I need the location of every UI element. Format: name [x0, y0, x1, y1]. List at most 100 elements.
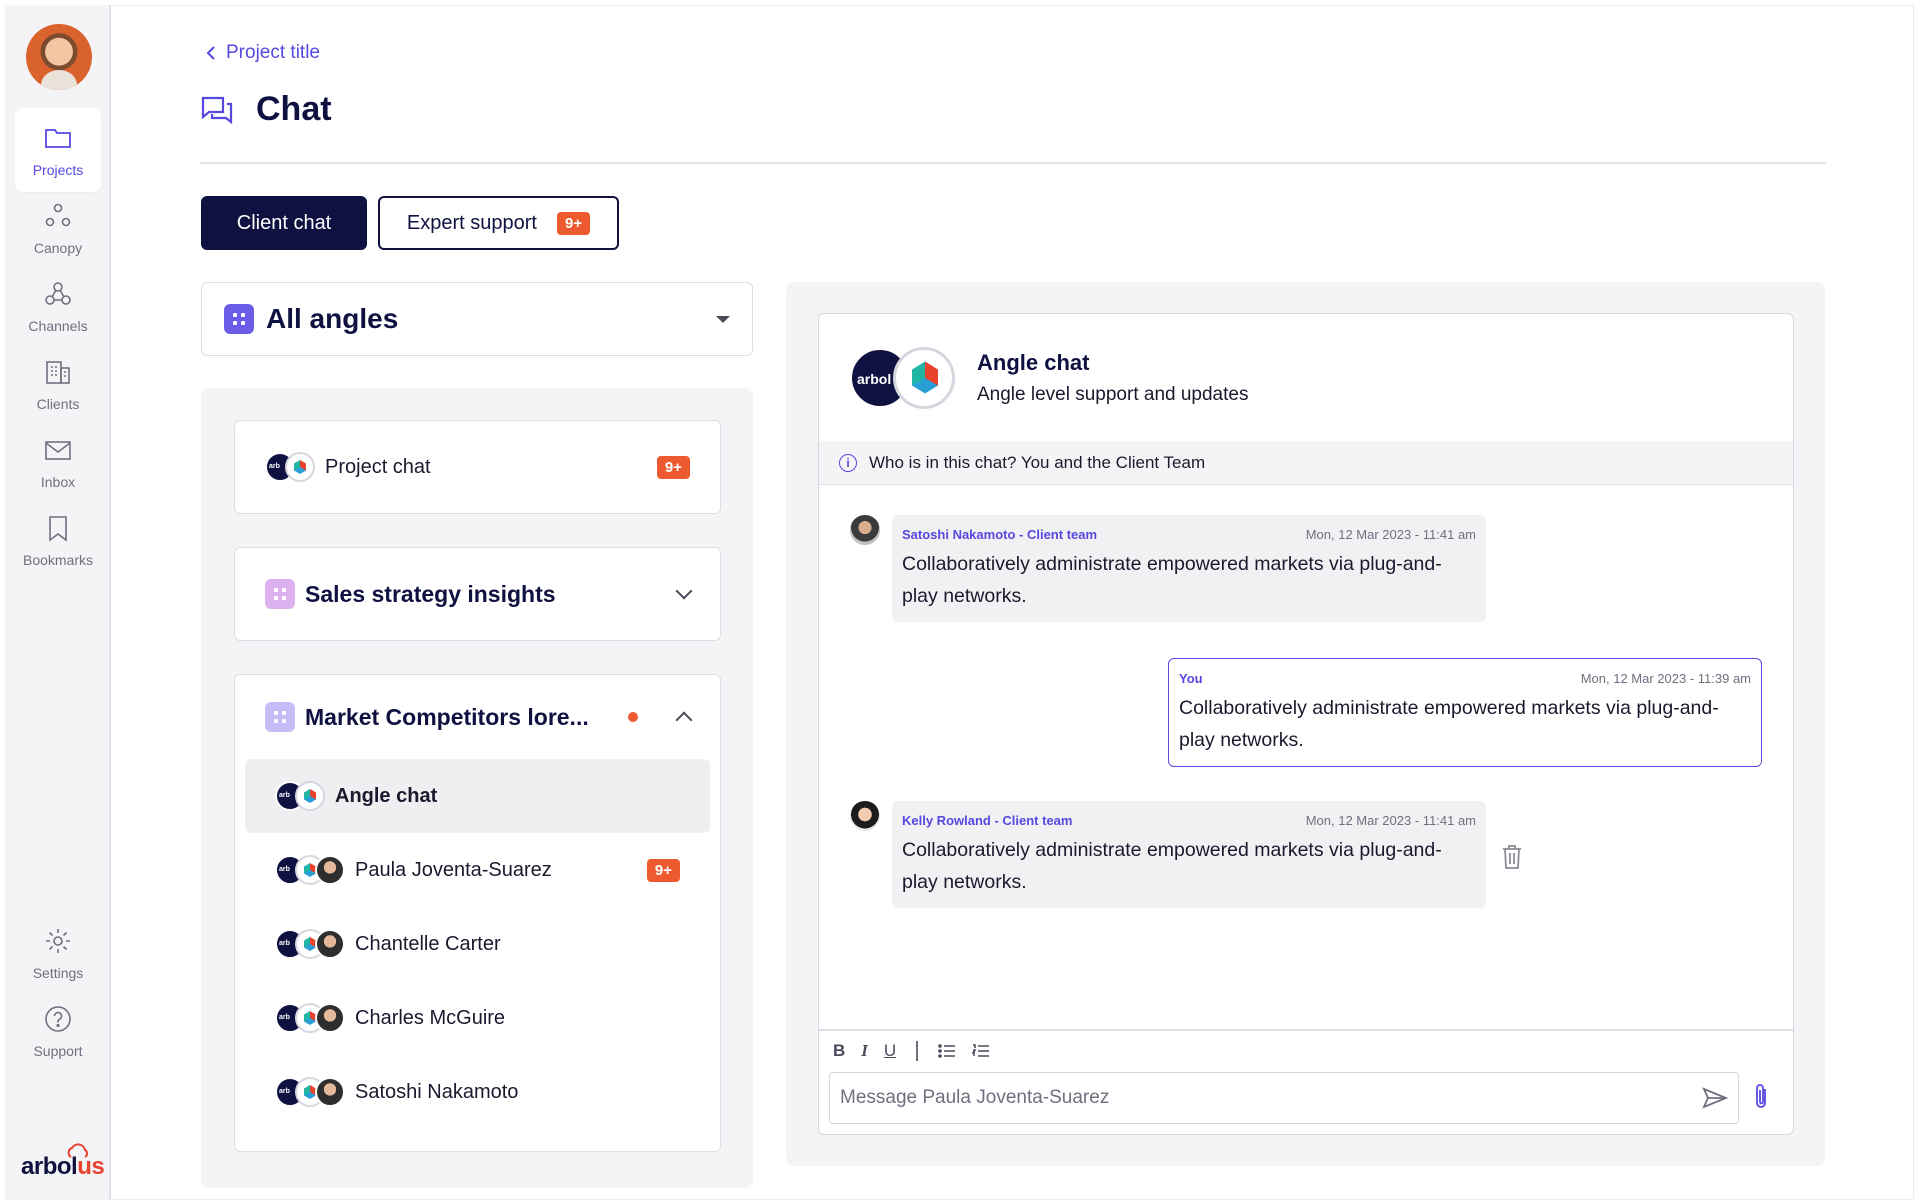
expert-avatar [315, 1003, 345, 1033]
sidebar-item-label: Inbox [40, 473, 76, 490]
sidebar-item-label: Settings [32, 964, 84, 981]
page-header: Chat [200, 90, 332, 129]
angle-group-header[interactable]: Market Competitors lore... [235, 675, 720, 759]
chat-title: Angle chat [977, 349, 1090, 375]
sender-avatar [849, 800, 881, 832]
angle-icon [265, 702, 295, 732]
client-logo-avatar [295, 1151, 325, 1152]
gear-icon [46, 928, 70, 953]
toolbar-separator [916, 1041, 918, 1061]
message-time: Mon, 12 Mar 2023 - 11:39 am [1580, 671, 1751, 686]
list-item-partial[interactable] [245, 1129, 710, 1152]
chat-members-text: Who is in this chat? You and the Client … [869, 452, 1206, 472]
italic-button[interactable]: I [861, 1041, 868, 1061]
underline-button[interactable]: U [884, 1041, 896, 1061]
angle-group-market: Market Competitors lore... Angle chat Pa… [234, 674, 721, 1152]
logo-text-prefix: arbol [21, 1153, 78, 1180]
back-link-label: Project title [226, 42, 320, 63]
expert-avatar [315, 929, 345, 959]
list-item-expert-chat[interactable]: Paula Joventa-Suarez 9+ [245, 833, 710, 907]
participants-avatars [275, 1077, 345, 1107]
tab-expert-support[interactable]: Expert support 9+ [378, 196, 619, 250]
chat-subtitle: Angle level support and updates [977, 383, 1249, 405]
help-icon [45, 1005, 71, 1032]
back-link[interactable]: Project title [206, 42, 320, 64]
message-incoming: Kelly Rowland - Client team Mon, 12 Mar 2… [892, 801, 1486, 908]
list-item-expert-chat[interactable]: Charles McGuire [245, 981, 710, 1055]
bullet-list-icon[interactable] [937, 1043, 956, 1059]
tab-client-chat-label: Client chat [236, 211, 332, 234]
list-item-angle-chat[interactable]: Angle chat [245, 759, 710, 833]
project-chat-label: Project chat [325, 455, 431, 478]
angle-icon [224, 304, 254, 334]
format-toolbar: B I U [833, 1041, 990, 1061]
expert-avatar [315, 1151, 345, 1152]
sidebar-item-label: Channels [28, 317, 88, 334]
chat-window: Angle chat Angle level support and updat… [818, 313, 1794, 1135]
message-sender: Kelly Rowland - Client team [902, 813, 1073, 828]
message-outgoing: You Mon, 12 Mar 2023 - 11:39 am Collabora… [1168, 658, 1762, 767]
tab-client-chat[interactable]: Client chat [201, 196, 367, 250]
participants-avatars [275, 929, 345, 959]
chevron-left-icon [206, 46, 215, 60]
angle-select[interactable]: All angles [201, 282, 753, 356]
list-item-label: Chantelle Carter [355, 932, 501, 955]
bold-button[interactable]: B [833, 1041, 845, 1061]
sidebar-item-label: Bookmarks [22, 551, 94, 568]
trash-icon[interactable] [1501, 844, 1523, 870]
angle-icon [265, 579, 295, 609]
sidebar-item-bookmarks[interactable]: Bookmarks [15, 498, 101, 582]
composer-divider [819, 1029, 1793, 1031]
message-input[interactable]: Message Paula Joventa-Suarez [829, 1072, 1739, 1124]
message-sender: Satoshi Nakamoto - Client team [902, 527, 1098, 542]
message-incoming: Satoshi Nakamoto - Client team Mon, 12 Ma… [892, 515, 1486, 622]
list-item-label: Angle chat [335, 784, 438, 807]
participants-avatars [275, 1151, 345, 1152]
sidebar-item-clients[interactable]: Clients [15, 342, 101, 426]
building-icon [46, 360, 70, 384]
message-time: Mon, 12 Mar 2023 - 11:41 am [1305, 813, 1476, 828]
sidebar-item-label: Clients [36, 395, 80, 412]
chat-participants-avatars [849, 346, 955, 409]
user-avatar[interactable] [26, 24, 92, 90]
numbered-list-icon[interactable] [971, 1043, 990, 1059]
angle-group-sales[interactable]: Sales strategy insights [234, 547, 721, 641]
chat-icon [201, 96, 233, 124]
unread-badge: 9+ [556, 211, 591, 235]
sidebar-item-settings[interactable]: Settings [15, 911, 101, 995]
list-item-expert-chat[interactable]: Satoshi Nakamoto [245, 1055, 710, 1129]
chevron-down-icon[interactable] [675, 582, 693, 600]
info-icon: i [839, 453, 857, 472]
message-time: Mon, 12 Mar 2023 - 11:41 am [1305, 527, 1476, 542]
sidebar-item-projects[interactable]: Projects [15, 108, 101, 192]
chevron-up-icon[interactable] [675, 711, 693, 729]
channels-icon [45, 281, 71, 305]
canopy-icon [45, 203, 71, 226]
sidebar-item-channels[interactable]: Channels [15, 264, 101, 348]
chat-members-info[interactable]: i Who is in this chat? You and the Clien… [819, 441, 1793, 485]
sidebar-item-canopy[interactable]: Canopy [15, 186, 101, 270]
caret-down-icon [716, 315, 730, 323]
client-logo-avatar [295, 781, 325, 811]
participants-avatars [275, 781, 325, 811]
participants-avatars [275, 855, 345, 885]
project-chat-card[interactable]: Project chat 9+ [234, 420, 721, 514]
sidebar-item-inbox[interactable]: Inbox [15, 420, 101, 504]
client-logo-avatar [285, 452, 315, 482]
angle-group-label: Sales strategy insights [305, 580, 556, 607]
message-text: Collaboratively administrate empowered m… [1179, 697, 1719, 751]
logo-text-suffix: us [77, 1153, 105, 1180]
paperclip-icon[interactable] [1755, 1082, 1769, 1110]
sidebar-item-label: Support [33, 1042, 83, 1059]
list-item-label: Paula Joventa-Suarez [355, 858, 552, 881]
expert-avatar [315, 1077, 345, 1107]
mail-icon [45, 440, 71, 460]
unread-badge: 9+ [656, 455, 690, 479]
message-text: Collaboratively administrate empowered m… [902, 839, 1442, 893]
send-icon[interactable] [1702, 1086, 1728, 1110]
message-text: Collaboratively administrate empowered m… [902, 553, 1442, 607]
list-item-expert-chat[interactable]: Chantelle Carter [245, 907, 710, 981]
sidebar-item-support[interactable]: Support [15, 989, 101, 1073]
chat-list-panel: Project chat 9+ Sales strategy insights … [201, 388, 753, 1188]
expert-avatar [315, 855, 345, 885]
